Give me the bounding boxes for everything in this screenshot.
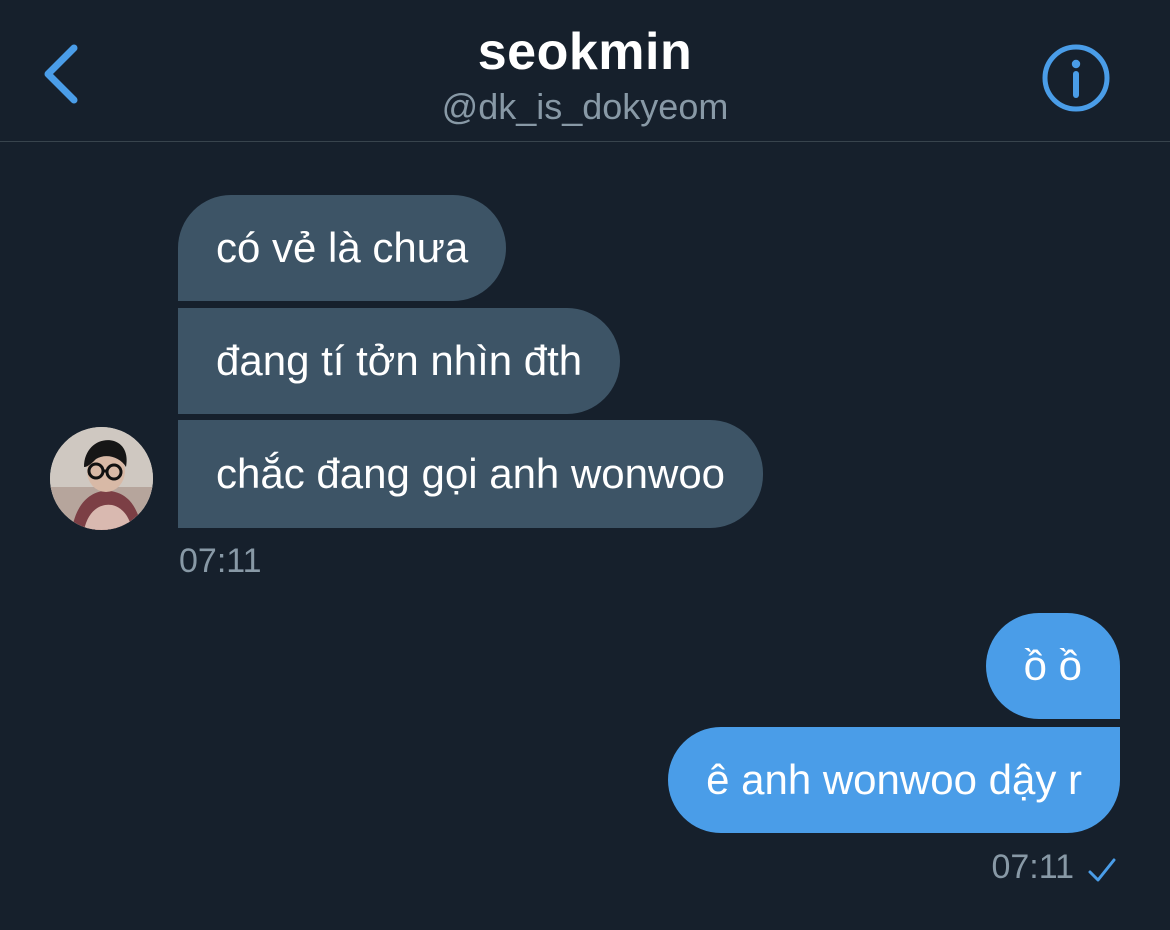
outgoing-message-bubble[interactable]: ê anh wonwoo dậy r <box>668 727 1120 833</box>
contact-avatar[interactable] <box>50 427 153 530</box>
incoming-message-bubble[interactable]: chắc đang gọi anh wonwoo <box>178 420 764 528</box>
info-button[interactable] <box>1040 42 1112 114</box>
incoming-timestamp: 07:11 <box>179 542 262 580</box>
outgoing-message-bubble[interactable]: ồ ồ <box>985 613 1120 719</box>
outgoing-timestamp: 07:11 <box>991 848 1074 886</box>
contact-name[interactable]: seokmin <box>0 22 1170 82</box>
info-circle-icon <box>1042 44 1110 112</box>
checkmark-icon <box>1088 858 1116 882</box>
incoming-message-bubble[interactable]: có vẻ là chưa <box>178 195 507 301</box>
conversation-header: seokmin @dk_is_dokyeom <box>0 0 1170 142</box>
incoming-message-bubble[interactable]: đang tí tởn nhìn đth <box>178 308 621 414</box>
contact-handle: @dk_is_dokyeom <box>441 86 729 127</box>
avatar-photo <box>50 427 153 530</box>
